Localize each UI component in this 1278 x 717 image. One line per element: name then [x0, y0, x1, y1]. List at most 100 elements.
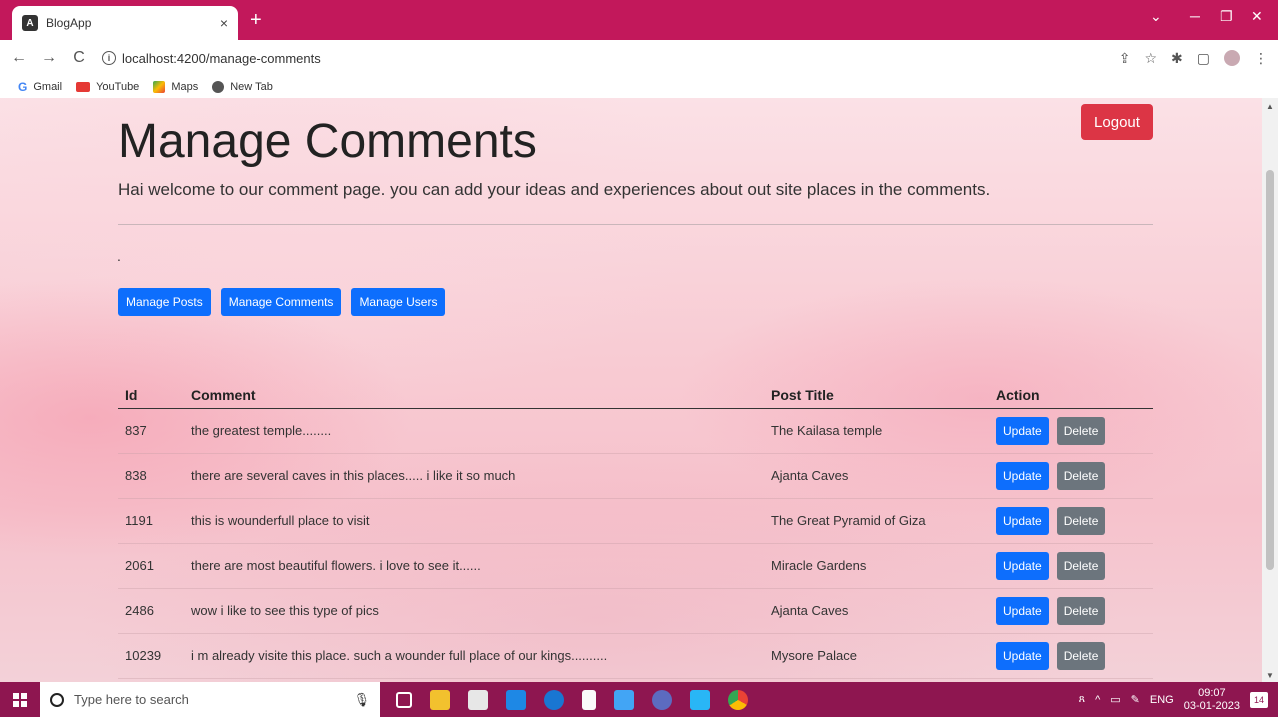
share-icon[interactable]: ⇪ [1119, 50, 1131, 67]
update-button[interactable]: Update [996, 416, 1049, 445]
tab-title: BlogApp [46, 16, 92, 30]
cell-post-title: Mysore Palace [771, 633, 996, 679]
taskbar-apps [396, 689, 748, 710]
manage-comments-button[interactable]: Manage Comments [220, 288, 342, 316]
language-indicator[interactable]: ENG [1150, 694, 1174, 706]
notification-icon[interactable]: 14 [1250, 691, 1268, 708]
url-field[interactable]: i localhost:4200/manage-comments [102, 51, 321, 66]
cell-comment: this is wounderfull place to visit [191, 498, 771, 544]
scroll-down-icon[interactable]: ▼ [1266, 671, 1274, 680]
cell-comment: there are several caves in this places..… [191, 453, 771, 499]
minimize-icon[interactable]: ─ [1190, 8, 1200, 24]
cell-comment: wow i like to see this type of pics [191, 588, 771, 634]
menu-icon[interactable]: ⋮ [1254, 50, 1268, 67]
clock-date: 03-01-2023 [1183, 699, 1240, 712]
cell-action: Update Delete [996, 588, 1153, 634]
bookmark-new-tab[interactable]: New Tab [212, 81, 273, 93]
youtube-icon [76, 82, 91, 92]
cell-action: Update Delete [996, 633, 1153, 679]
delete-button[interactable]: Delete [1056, 461, 1106, 490]
delete-button[interactable]: Delete [1056, 506, 1106, 535]
task-view-icon[interactable] [396, 691, 412, 708]
scroll-up-icon[interactable]: ▲ [1266, 102, 1274, 111]
maps-icon [153, 81, 166, 93]
info-icon[interactable]: i [102, 51, 116, 65]
cell-post-title: The Great Pyramid of Giza [771, 498, 996, 544]
manage-posts-button[interactable]: Manage Posts [118, 288, 211, 316]
clock[interactable]: 09:07 03-01-2023 [1184, 687, 1240, 713]
cell-action: Update Delete [996, 498, 1153, 544]
update-button[interactable]: Update [996, 551, 1049, 580]
sidepanel-icon[interactable]: ▢ [1197, 50, 1210, 67]
update-button[interactable]: Update [996, 641, 1049, 670]
chrome-icon[interactable] [728, 689, 748, 710]
table-row: 837 the greatest temple........ The Kail… [118, 408, 1153, 454]
pen-icon[interactable]: ✎ [1131, 693, 1140, 706]
app-icon[interactable] [614, 689, 634, 710]
dot-text: . [117, 248, 121, 264]
mail-icon[interactable] [506, 689, 526, 710]
star-icon[interactable]: ☆ [1144, 50, 1157, 67]
reload-icon[interactable]: C [68, 49, 90, 67]
system-tray: ጸ ^ ▭ ✎ ENG 09:07 03-01-2023 14 [1079, 682, 1268, 717]
bookmark-gmail[interactable]: G Gmail [18, 80, 62, 94]
vscode-icon[interactable] [690, 689, 710, 710]
cell-post-title: Ajanta Caves [771, 588, 996, 634]
update-button[interactable]: Update [996, 596, 1049, 625]
delete-button[interactable]: Delete [1056, 641, 1106, 670]
file-explorer-icon[interactable] [430, 689, 450, 710]
chevron-up-icon[interactable]: ^ [1095, 694, 1100, 706]
notepad-icon[interactable] [582, 689, 596, 710]
cell-action: Update Delete [996, 408, 1153, 454]
window-close-icon[interactable]: ✕ [1251, 8, 1263, 25]
bookmark-youtube[interactable]: YouTube [76, 81, 139, 93]
browser-actions: ⇪ ☆ ✱ ▢ ⋮ [1119, 50, 1268, 67]
update-button[interactable]: Update [996, 461, 1049, 490]
cell-action: Update Delete [996, 453, 1153, 499]
page-title: Manage Comments [118, 115, 537, 168]
cell-id: 2486 [118, 588, 191, 634]
delete-button[interactable]: Delete [1056, 551, 1106, 580]
cortana-icon [50, 692, 64, 707]
browser-tab[interactable]: A BlogApp × [12, 6, 238, 40]
delete-button[interactable]: Delete [1056, 596, 1106, 625]
close-icon[interactable]: × [220, 15, 228, 31]
restore-icon[interactable]: ❐ [1220, 8, 1233, 25]
update-button[interactable]: Update [996, 506, 1049, 535]
extensions-icon[interactable]: ✱ [1171, 50, 1183, 67]
cell-action: Update Delete [996, 543, 1153, 589]
cell-id: 10239 [118, 633, 191, 679]
taskbar-search[interactable]: Type here to search 🎙 [40, 682, 380, 717]
cell-post-title: Ajanta Caves [771, 453, 996, 499]
windows-start-icon[interactable] [0, 682, 40, 717]
delete-button[interactable]: Delete [1056, 416, 1106, 445]
microphone-icon[interactable]: 🎙 [353, 692, 370, 708]
eclipse-icon[interactable] [652, 689, 672, 710]
store-icon[interactable] [468, 689, 488, 710]
page-scrollbar[interactable]: ▲ ▼ [1262, 98, 1278, 682]
avatar[interactable] [1224, 50, 1240, 66]
new-tab-icon[interactable]: + [250, 10, 262, 30]
cell-comment: there are most beautiful flowers. i love… [191, 543, 771, 589]
table-row: 2061 there are most beautiful flowers. i… [118, 543, 1153, 589]
manage-users-button[interactable]: Manage Users [351, 288, 446, 316]
cell-id: 2061 [118, 543, 191, 589]
address-bar: ← → C i localhost:4200/manage-comments ⇪… [0, 40, 1278, 76]
edge-icon[interactable] [544, 689, 564, 710]
header-comment: Comment [191, 382, 771, 409]
google-icon: G [18, 80, 28, 94]
forward-icon[interactable]: → [38, 49, 60, 67]
header-id: Id [118, 382, 191, 409]
table-header-row: Id Comment Post Title Action [118, 382, 1153, 409]
bookmark-maps[interactable]: Maps [153, 81, 198, 93]
logout-button[interactable]: Logout [1081, 104, 1153, 140]
angular-icon: A [22, 15, 38, 31]
clock-time: 09:07 [1198, 686, 1226, 699]
chevron-down-icon[interactable]: ⌄ [1150, 8, 1162, 25]
back-icon[interactable]: ← [8, 49, 30, 67]
admin-nav: Manage Posts Manage Comments Manage User… [118, 288, 446, 316]
taskbar: Type here to search 🎙 ጸ ^ ▭ ✎ ENG 09:07 … [0, 682, 1278, 717]
scrollbar-thumb[interactable] [1266, 170, 1274, 570]
battery-icon[interactable]: ▭ [1110, 693, 1120, 706]
people-icon[interactable]: ጸ [1079, 693, 1085, 706]
